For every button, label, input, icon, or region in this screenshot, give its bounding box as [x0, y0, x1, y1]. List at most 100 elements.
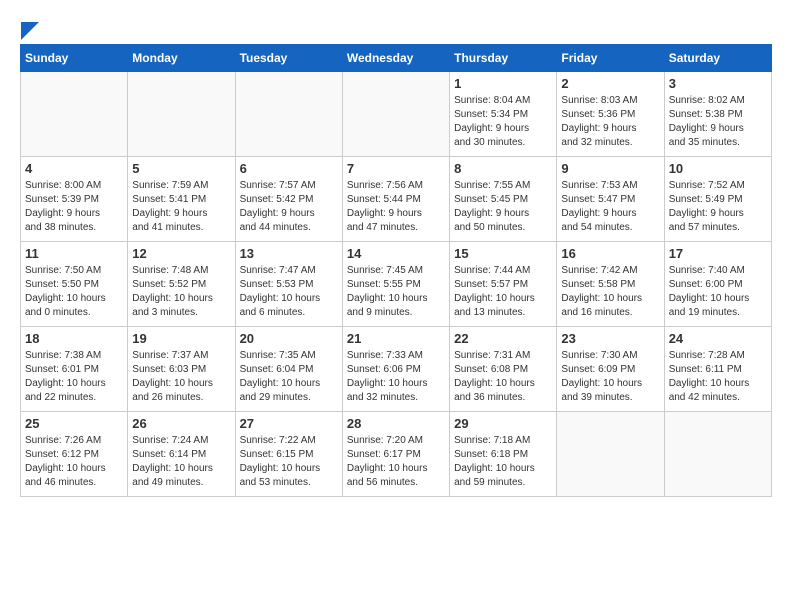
calendar-cell: [557, 412, 664, 497]
header-cell-friday: Friday: [557, 45, 664, 72]
day-info: Sunrise: 7:56 AM Sunset: 5:44 PM Dayligh…: [347, 179, 445, 235]
calendar-cell: 18 Sunrise: 7:38 AM Sunset: 6:01 PM Dayli…: [21, 327, 128, 412]
day-info: Sunrise: 7:47 AM Sunset: 5:53 PM Dayligh…: [240, 264, 338, 320]
calendar-cell: 26 Sunrise: 7:24 AM Sunset: 6:14 PM Dayli…: [128, 412, 235, 497]
day-info: Sunrise: 7:40 AM Sunset: 6:00 PM Dayligh…: [669, 264, 767, 320]
calendar-header: SundayMondayTuesdayWednesdayThursdayFrid…: [21, 45, 772, 72]
day-number: 21: [347, 331, 445, 346]
day-info: Sunrise: 7:31 AM Sunset: 6:08 PM Dayligh…: [454, 349, 552, 405]
header-cell-wednesday: Wednesday: [342, 45, 449, 72]
day-info: Sunrise: 7:38 AM Sunset: 6:01 PM Dayligh…: [25, 349, 123, 405]
day-info: Sunrise: 7:52 AM Sunset: 5:49 PM Dayligh…: [669, 179, 767, 235]
day-info: Sunrise: 7:53 AM Sunset: 5:47 PM Dayligh…: [561, 179, 659, 235]
day-info: Sunrise: 7:26 AM Sunset: 6:12 PM Dayligh…: [25, 434, 123, 490]
header-cell-saturday: Saturday: [664, 45, 771, 72]
day-info: Sunrise: 7:30 AM Sunset: 6:09 PM Dayligh…: [561, 349, 659, 405]
day-info: Sunrise: 8:00 AM Sunset: 5:39 PM Dayligh…: [25, 179, 123, 235]
calendar-cell: 28 Sunrise: 7:20 AM Sunset: 6:17 PM Dayli…: [342, 412, 449, 497]
calendar-cell: 5 Sunrise: 7:59 AM Sunset: 5:41 PM Daylig…: [128, 157, 235, 242]
day-number: 12: [132, 246, 230, 261]
day-info: Sunrise: 7:44 AM Sunset: 5:57 PM Dayligh…: [454, 264, 552, 320]
day-number: 28: [347, 416, 445, 431]
header-row: SundayMondayTuesdayWednesdayThursdayFrid…: [21, 45, 772, 72]
day-number: 19: [132, 331, 230, 346]
day-info: Sunrise: 7:20 AM Sunset: 6:17 PM Dayligh…: [347, 434, 445, 490]
calendar-cell: 4 Sunrise: 8:00 AM Sunset: 5:39 PM Daylig…: [21, 157, 128, 242]
calendar-cell: [128, 72, 235, 157]
day-info: Sunrise: 7:48 AM Sunset: 5:52 PM Dayligh…: [132, 264, 230, 320]
week-row-4: 25 Sunrise: 7:26 AM Sunset: 6:12 PM Dayli…: [21, 412, 772, 497]
calendar-cell: 24Sunrise: 7:28 AM Sunset: 6:11 PM Dayli…: [664, 327, 771, 412]
header-cell-monday: Monday: [128, 45, 235, 72]
header-cell-thursday: Thursday: [450, 45, 557, 72]
day-number: 6: [240, 161, 338, 176]
day-number: 9: [561, 161, 659, 176]
calendar-cell: 1Sunrise: 8:04 AM Sunset: 5:34 PM Daylig…: [450, 72, 557, 157]
calendar-cell: [235, 72, 342, 157]
calendar-cell: 17 Sunrise: 7:40 AM Sunset: 6:00 PM Dayli…: [664, 242, 771, 327]
day-info: Sunrise: 7:37 AM Sunset: 6:03 PM Dayligh…: [132, 349, 230, 405]
calendar-cell: 23 Sunrise: 7:30 AM Sunset: 6:09 PM Dayli…: [557, 327, 664, 412]
calendar-cell: 3 Sunrise: 8:02 AM Sunset: 5:38 PM Daylig…: [664, 72, 771, 157]
logo: [20, 20, 39, 34]
day-info: Sunrise: 7:33 AM Sunset: 6:06 PM Dayligh…: [347, 349, 445, 405]
day-info: Sunrise: 7:55 AM Sunset: 5:45 PM Dayligh…: [454, 179, 552, 235]
day-number: 13: [240, 246, 338, 261]
day-number: 10: [669, 161, 767, 176]
day-number: 2: [561, 76, 659, 91]
calendar-cell: 9 Sunrise: 7:53 AM Sunset: 5:47 PM Daylig…: [557, 157, 664, 242]
day-info: Sunrise: 7:24 AM Sunset: 6:14 PM Dayligh…: [132, 434, 230, 490]
day-number: 25: [25, 416, 123, 431]
day-number: 27: [240, 416, 338, 431]
calendar-cell: 2 Sunrise: 8:03 AM Sunset: 5:36 PM Daylig…: [557, 72, 664, 157]
day-number: 8: [454, 161, 552, 176]
header-cell-tuesday: Tuesday: [235, 45, 342, 72]
day-info: Sunrise: 8:03 AM Sunset: 5:36 PM Dayligh…: [561, 94, 659, 150]
day-number: 17: [669, 246, 767, 261]
calendar-cell: 21 Sunrise: 7:33 AM Sunset: 6:06 PM Dayli…: [342, 327, 449, 412]
calendar-cell: 6 Sunrise: 7:57 AM Sunset: 5:42 PM Daylig…: [235, 157, 342, 242]
day-number: 14: [347, 246, 445, 261]
calendar-table: SundayMondayTuesdayWednesdayThursdayFrid…: [20, 44, 772, 497]
day-info: Sunrise: 7:57 AM Sunset: 5:42 PM Dayligh…: [240, 179, 338, 235]
day-number: 26: [132, 416, 230, 431]
calendar-cell: 16 Sunrise: 7:42 AM Sunset: 5:58 PM Dayli…: [557, 242, 664, 327]
calendar-cell: 19 Sunrise: 7:37 AM Sunset: 6:03 PM Dayli…: [128, 327, 235, 412]
calendar-cell: [664, 412, 771, 497]
day-info: Sunrise: 7:35 AM Sunset: 6:04 PM Dayligh…: [240, 349, 338, 405]
calendar-cell: [342, 72, 449, 157]
day-number: 23: [561, 331, 659, 346]
calendar-cell: 20Sunrise: 7:35 AM Sunset: 6:04 PM Dayli…: [235, 327, 342, 412]
day-number: 29: [454, 416, 552, 431]
calendar-cell: 7 Sunrise: 7:56 AM Sunset: 5:44 PM Daylig…: [342, 157, 449, 242]
calendar-cell: 27 Sunrise: 7:22 AM Sunset: 6:15 PM Dayli…: [235, 412, 342, 497]
week-row-0: 1Sunrise: 8:04 AM Sunset: 5:34 PM Daylig…: [21, 72, 772, 157]
day-number: 22: [454, 331, 552, 346]
calendar-cell: 22 Sunrise: 7:31 AM Sunset: 6:08 PM Dayli…: [450, 327, 557, 412]
calendar-body: 1Sunrise: 8:04 AM Sunset: 5:34 PM Daylig…: [21, 72, 772, 497]
day-info: Sunrise: 7:59 AM Sunset: 5:41 PM Dayligh…: [132, 179, 230, 235]
day-info: Sunrise: 7:22 AM Sunset: 6:15 PM Dayligh…: [240, 434, 338, 490]
calendar-cell: 10 Sunrise: 7:52 AM Sunset: 5:49 PM Dayli…: [664, 157, 771, 242]
week-row-2: 11Sunrise: 7:50 AM Sunset: 5:50 PM Dayli…: [21, 242, 772, 327]
day-number: 15: [454, 246, 552, 261]
day-number: 4: [25, 161, 123, 176]
header-cell-sunday: Sunday: [21, 45, 128, 72]
week-row-3: 18 Sunrise: 7:38 AM Sunset: 6:01 PM Dayli…: [21, 327, 772, 412]
day-number: 7: [347, 161, 445, 176]
day-info: Sunrise: 8:02 AM Sunset: 5:38 PM Dayligh…: [669, 94, 767, 150]
logo-arrow-icon: [21, 22, 39, 40]
day-number: 3: [669, 76, 767, 91]
calendar-cell: 25 Sunrise: 7:26 AM Sunset: 6:12 PM Dayli…: [21, 412, 128, 497]
day-number: 5: [132, 161, 230, 176]
day-info: Sunrise: 7:42 AM Sunset: 5:58 PM Dayligh…: [561, 264, 659, 320]
day-number: 18: [25, 331, 123, 346]
calendar-cell: 15 Sunrise: 7:44 AM Sunset: 5:57 PM Dayli…: [450, 242, 557, 327]
calendar-cell: 14 Sunrise: 7:45 AM Sunset: 5:55 PM Dayli…: [342, 242, 449, 327]
calendar-cell: [21, 72, 128, 157]
day-number: 16: [561, 246, 659, 261]
day-info: Sunrise: 7:50 AM Sunset: 5:50 PM Dayligh…: [25, 264, 123, 320]
day-number: 1: [454, 76, 552, 91]
week-row-1: 4 Sunrise: 8:00 AM Sunset: 5:39 PM Daylig…: [21, 157, 772, 242]
day-info: Sunrise: 7:45 AM Sunset: 5:55 PM Dayligh…: [347, 264, 445, 320]
